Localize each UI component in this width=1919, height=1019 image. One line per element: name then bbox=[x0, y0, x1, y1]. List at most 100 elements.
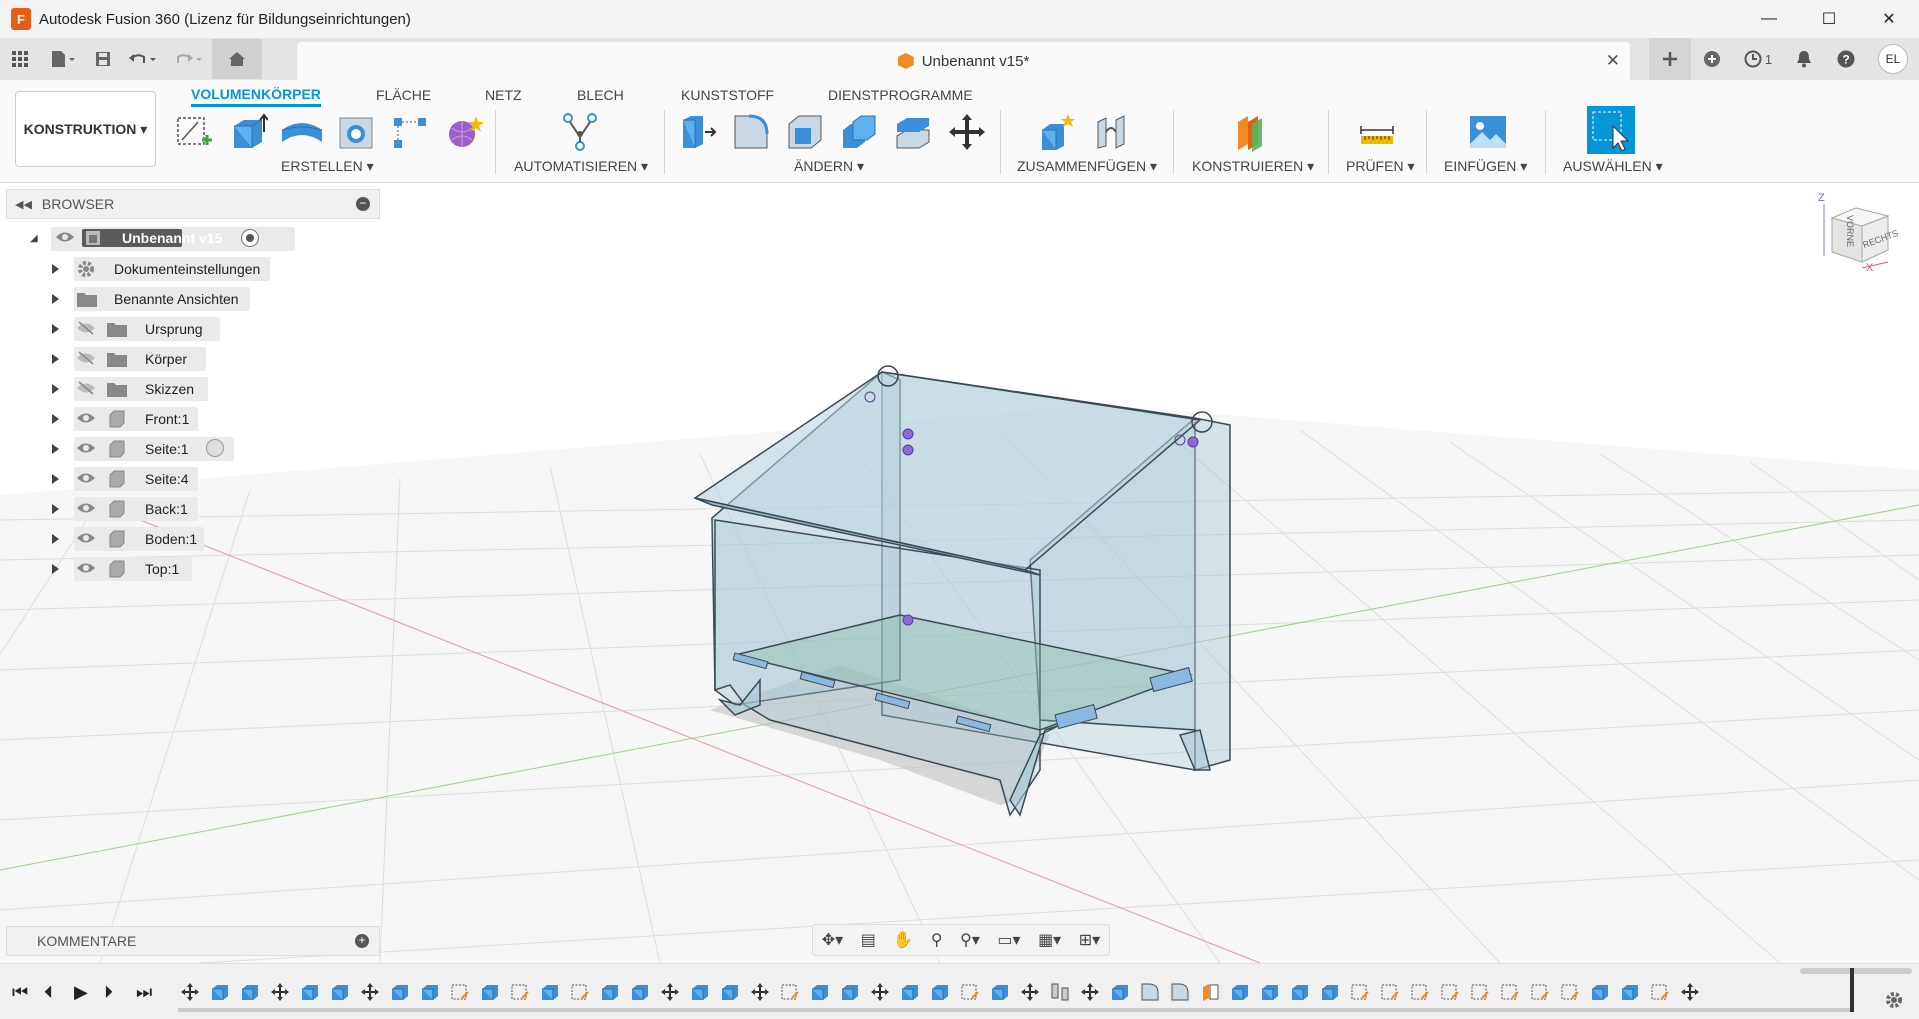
timeline-joint-icon[interactable] bbox=[1048, 980, 1072, 1004]
timeline-extrude-icon[interactable] bbox=[238, 980, 262, 1004]
job-status-icon[interactable]: 1 bbox=[1733, 38, 1783, 80]
zoom-icon[interactable]: ⚲ bbox=[931, 930, 943, 950]
select-icon[interactable] bbox=[1587, 106, 1635, 154]
tree-item[interactable]: Seite:4 bbox=[48, 466, 278, 492]
timeline-extrude-icon[interactable] bbox=[1618, 980, 1642, 1004]
expand-triangle-icon[interactable] bbox=[52, 384, 59, 394]
tree-item[interactable]: Front:1 bbox=[48, 406, 278, 432]
file-menu-icon[interactable] bbox=[40, 38, 86, 80]
timeline-extrude-icon[interactable] bbox=[1318, 980, 1342, 1004]
joint-icon[interactable] bbox=[1090, 110, 1134, 154]
tree-item[interactable]: Seite:1 bbox=[48, 436, 278, 462]
close-tab-icon[interactable]: ✕ bbox=[1606, 51, 1620, 71]
expand-triangle-icon[interactable] bbox=[52, 294, 59, 304]
timeline-marker[interactable] bbox=[1850, 968, 1854, 1012]
tab-blech[interactable]: BLECH bbox=[577, 83, 624, 107]
timeline-move-icon[interactable] bbox=[358, 980, 382, 1004]
timeline-move-icon[interactable] bbox=[1078, 980, 1102, 1004]
timeline-sketch-icon[interactable] bbox=[1348, 980, 1372, 1004]
revolve-icon[interactable] bbox=[280, 110, 324, 154]
step-forward-icon[interactable]: ⏵ bbox=[104, 982, 113, 1003]
activate-radio-icon[interactable] bbox=[241, 229, 259, 247]
minimize-button[interactable]: — bbox=[1739, 0, 1799, 38]
save-icon[interactable] bbox=[86, 38, 120, 80]
timeline-extrude-icon[interactable] bbox=[688, 980, 712, 1004]
home-icon[interactable] bbox=[212, 39, 262, 79]
timeline-fillet-icon[interactable] bbox=[1168, 980, 1192, 1004]
timeline-move-icon[interactable] bbox=[748, 980, 772, 1004]
tree-item[interactable]: Top:1 bbox=[48, 556, 278, 582]
eye-icon[interactable] bbox=[55, 230, 75, 244]
pan-icon[interactable]: ✋ bbox=[893, 930, 913, 950]
timeline-extrude-icon[interactable] bbox=[1108, 980, 1132, 1004]
timeline-fillet-icon[interactable] bbox=[1138, 980, 1162, 1004]
close-window-button[interactable]: ✕ bbox=[1859, 0, 1919, 38]
timeline-extrude-icon[interactable] bbox=[1258, 980, 1282, 1004]
timeline-sketch-icon[interactable] bbox=[448, 980, 472, 1004]
tree-item[interactable]: Ursprung bbox=[48, 316, 278, 342]
timeline-extrude-icon[interactable] bbox=[808, 980, 832, 1004]
group-pruefen[interactable]: PRÜFEN ▾ bbox=[1346, 158, 1414, 175]
tree-item[interactable]: Boden:1 bbox=[48, 526, 278, 552]
timeline-extrude-icon[interactable] bbox=[388, 980, 412, 1004]
eye-hidden-icon[interactable] bbox=[76, 351, 96, 365]
timeline-move-icon[interactable] bbox=[178, 980, 202, 1004]
timeline-extrude-icon[interactable] bbox=[208, 980, 232, 1004]
timeline-settings-gear-icon[interactable] bbox=[1884, 990, 1904, 1010]
group-automatisieren[interactable]: AUTOMATISIEREN ▾ bbox=[514, 158, 648, 175]
eye-icon[interactable] bbox=[76, 531, 96, 545]
timeline-extrude-icon[interactable] bbox=[298, 980, 322, 1004]
timeline-sketch-icon[interactable] bbox=[1558, 980, 1582, 1004]
expand-triangle-icon[interactable] bbox=[52, 474, 59, 484]
group-zusammenfuegen[interactable]: ZUSAMMENFÜGEN ▾ bbox=[1017, 158, 1157, 175]
timeline-extrude-icon[interactable] bbox=[1288, 980, 1312, 1004]
tab-kunststoff[interactable]: KUNSTSTOFF bbox=[681, 83, 774, 107]
timeline-extrude-icon[interactable] bbox=[718, 980, 742, 1004]
step-back-icon[interactable]: ⏴ bbox=[44, 982, 53, 1003]
timeline-sketch-icon[interactable] bbox=[508, 980, 532, 1004]
eye-icon[interactable] bbox=[76, 501, 96, 515]
expand-triangle-icon[interactable] bbox=[52, 264, 59, 274]
collapse-browser-icon[interactable]: ◀◀ bbox=[15, 198, 32, 211]
expand-triangle-icon[interactable] bbox=[52, 564, 59, 574]
viewcube-front-label[interactable]: VORNE bbox=[1845, 215, 1855, 247]
help-icon[interactable]: ? bbox=[1825, 38, 1867, 80]
fit-icon[interactable]: ⚲▾ bbox=[960, 930, 980, 950]
insert-image-icon[interactable] bbox=[1466, 110, 1510, 154]
expand-triangle-icon[interactable] bbox=[52, 444, 59, 454]
offset-face-icon[interactable] bbox=[891, 110, 935, 154]
expand-triangle-icon[interactable] bbox=[52, 414, 59, 424]
group-erstellen[interactable]: ERSTELLEN ▾ bbox=[281, 158, 374, 175]
go-to-end-icon[interactable]: ⏭ bbox=[136, 982, 152, 1003]
timeline-sketch-icon[interactable] bbox=[958, 980, 982, 1004]
timeline-sketch-icon[interactable] bbox=[1378, 980, 1402, 1004]
timeline-move-icon[interactable] bbox=[658, 980, 682, 1004]
measure-icon[interactable] bbox=[1355, 110, 1399, 154]
eye-hidden-icon[interactable] bbox=[76, 321, 96, 335]
timeline-extrude-icon[interactable] bbox=[838, 980, 862, 1004]
timeline-move-icon[interactable] bbox=[868, 980, 892, 1004]
timeline-sketch-icon[interactable] bbox=[778, 980, 802, 1004]
automate-icon[interactable] bbox=[558, 110, 602, 154]
viewports-icon[interactable]: ⊞▾ bbox=[1079, 930, 1100, 950]
tab-dienstprogramme[interactable]: DIENSTPROGRAMME bbox=[828, 83, 973, 107]
rectangular-pattern-icon[interactable] bbox=[388, 110, 432, 154]
timeline-extrude-icon[interactable] bbox=[1228, 980, 1252, 1004]
group-aendern[interactable]: ÄNDERN ▾ bbox=[794, 158, 864, 175]
tree-item[interactable]: Benannte Ansichten bbox=[48, 286, 278, 312]
activate-radio-icon[interactable] bbox=[206, 439, 224, 457]
add-comment-icon[interactable]: + bbox=[355, 934, 369, 948]
display-settings-icon[interactable]: ▭▾ bbox=[997, 930, 1020, 950]
timeline-scrollbar[interactable] bbox=[1800, 968, 1912, 974]
workspace-switcher[interactable]: KONSTRUKTION ▾ bbox=[15, 91, 156, 167]
grid-menu-icon[interactable] bbox=[0, 38, 40, 80]
tree-root[interactable]: ◢ Unbenannt v15 bbox=[28, 226, 295, 252]
eye-icon[interactable] bbox=[76, 411, 96, 425]
extrude-icon[interactable] bbox=[226, 110, 270, 154]
notifications-icon[interactable] bbox=[1783, 38, 1825, 80]
timeline-move-icon[interactable] bbox=[268, 980, 292, 1004]
orbit-icon[interactable]: ✥▾ bbox=[822, 930, 843, 950]
grid-settings-icon[interactable]: ▦▾ bbox=[1038, 930, 1061, 950]
expand-triangle-icon[interactable] bbox=[52, 534, 59, 544]
timeline-extrude-icon[interactable] bbox=[598, 980, 622, 1004]
